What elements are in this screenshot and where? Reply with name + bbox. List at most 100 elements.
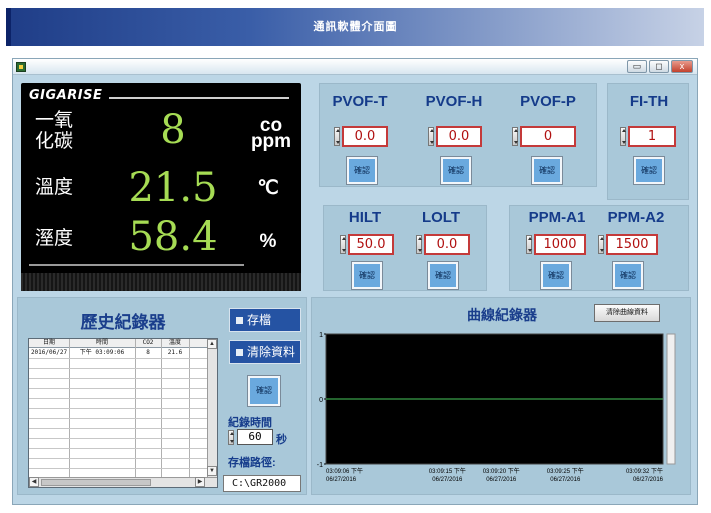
interval-label: 紀錄時間 <box>228 417 272 429</box>
row-divider <box>29 438 207 439</box>
pvof-t-confirm-button[interactable]: 確認 <box>346 156 378 185</box>
interval-stepper[interactable] <box>228 430 234 445</box>
table-row[interactable]: 2016/06/27 下午 03:09:06 8 21.6 <box>29 348 207 358</box>
row-divider <box>29 408 207 409</box>
scroll-left-icon[interactable]: ◀ <box>29 477 39 487</box>
hilt-confirm-button[interactable]: 確認 <box>351 261 383 290</box>
col-temp: 溫度 <box>168 339 181 346</box>
x-tick-date: 06/27/2016 <box>432 477 463 483</box>
x-tick-date: 06/27/2016 <box>633 477 664 483</box>
fi-th-input[interactable]: 1 <box>628 126 676 147</box>
x-tick-time: 03:09:06 下午 <box>326 467 363 475</box>
co-unit-line2: ppm <box>250 131 292 152</box>
scroll-down-icon[interactable]: ▼ <box>207 466 217 476</box>
save-checkbox-icon <box>236 317 243 324</box>
path-label: 存檔路徑: <box>228 457 276 469</box>
chart-panel: 曲線紀錄器 清除曲線資料 1 0 -1 03:09:06 下午 06/27/2016 03… <box>311 297 691 495</box>
history-table[interactable]: 日期 時間 CO2 溫度 2016/06/27 下午 03:09:06 8 21… <box>28 338 218 488</box>
col-date: 日期 <box>42 339 55 346</box>
pvof-h-input[interactable]: 0.0 <box>436 126 482 147</box>
row-temp: 21.6 <box>167 349 183 356</box>
lolt-input[interactable]: 0.0 <box>424 234 470 255</box>
table-hscroll[interactable]: ◀ ▶ <box>29 477 217 487</box>
ppm-a2-stepper[interactable] <box>598 235 604 254</box>
fi-th-label: FI-TH <box>629 93 669 110</box>
save-button-label: 存檔 <box>247 313 272 327</box>
save-path-field[interactable]: C:\GR2000 <box>223 475 301 492</box>
pvof-t-label: PVOF-T <box>332 93 388 110</box>
row-divider <box>29 388 207 389</box>
lolt-label: LOLT <box>421 209 461 226</box>
maximize-button[interactable]: ◻ <box>649 60 669 73</box>
display-divider <box>29 264 244 266</box>
row-divider <box>29 378 207 379</box>
row-co2: 8 <box>146 349 150 356</box>
y-tick-label: 1 <box>319 332 323 339</box>
ppm-panel: PPM-A1 PPM-A2 1000 1500 確認 確認 <box>509 205 689 291</box>
co-label-line1: 一氧 <box>35 110 74 131</box>
ppm-a2-control: 1500 <box>598 234 660 255</box>
history-panel: 歷史紀錄器 日期 時間 CO2 溫度 2016/06/27 下午 03:09:0… <box>17 297 307 495</box>
lolt-stepper[interactable] <box>416 235 422 254</box>
table-header: 日期 時間 CO2 溫度 <box>29 339 207 348</box>
hilt-stepper[interactable] <box>340 235 346 254</box>
pvof-h-confirm-button[interactable]: 確認 <box>440 156 472 185</box>
interval-unit: 秒 <box>276 434 287 446</box>
row-divider <box>29 368 207 369</box>
humidity-unit: % <box>259 231 277 252</box>
hscroll-thumb[interactable] <box>41 479 151 486</box>
fi-th-confirm-button[interactable]: 確認 <box>633 156 665 185</box>
ppm-a2-confirm-button[interactable]: 確認 <box>612 261 644 290</box>
row-divider <box>29 468 207 469</box>
ppm-a1-confirm-button[interactable]: 確認 <box>540 261 572 290</box>
clear-checkbox-icon <box>236 349 243 356</box>
x-tick-date: 06/27/2016 <box>486 477 517 483</box>
x-tick-time: 03:09:20 下午 <box>483 467 520 475</box>
history-confirm-button[interactable]: 確認 <box>247 375 281 407</box>
minimize-button[interactable]: ▭ <box>627 60 647 73</box>
lolt-control: 0.0 <box>416 234 472 255</box>
co-value: 8 <box>160 107 186 153</box>
pvof-panel: PVOF-T PVOF-H PVOF-P 0.0 0.0 0 確認 確認 確認 <box>319 83 597 187</box>
ppm-a1-stepper[interactable] <box>526 235 532 254</box>
interval-input[interactable]: 60 <box>237 429 273 445</box>
close-button[interactable]: x <box>671 60 693 73</box>
logo-divider <box>109 97 289 99</box>
x-tick-time: 03:09:25 下午 <box>547 467 584 475</box>
hilt-input[interactable]: 50.0 <box>348 234 394 255</box>
row-divider <box>29 358 207 359</box>
temp-value: 21.5 <box>128 165 218 211</box>
app-icon[interactable] <box>16 62 26 72</box>
row-divider <box>29 398 207 399</box>
app-window: ▭ ◻ x GIGARISE 一氧 化碳 8 co ppm 溫度 21.5 ℃ … <box>12 58 698 505</box>
brand-logo: GIGARISE <box>29 88 103 103</box>
interval-control: 60 <box>228 429 278 446</box>
clear-data-button[interactable]: 清除資料 <box>229 340 301 364</box>
temp-label: 溫度 <box>35 177 74 198</box>
pvof-p-stepper[interactable] <box>512 127 518 146</box>
y-tick-label: 0 <box>319 397 323 404</box>
clear-data-label: 清除資料 <box>247 345 296 359</box>
row-divider <box>29 448 207 449</box>
temp-unit: ℃ <box>257 178 279 199</box>
ppm-a2-input[interactable]: 1500 <box>606 234 658 255</box>
table-vscroll[interactable]: ▲ ▼ <box>207 339 217 477</box>
pvof-p-input[interactable]: 0 <box>520 126 576 147</box>
lolt-confirm-button[interactable]: 確認 <box>427 261 459 290</box>
co-label-line2: 化碳 <box>35 131 74 152</box>
fi-th-control: 1 <box>620 126 678 147</box>
row-divider <box>29 428 207 429</box>
pvof-t-stepper[interactable] <box>334 127 340 146</box>
ppm-a1-input[interactable]: 1000 <box>534 234 586 255</box>
pvof-h-stepper[interactable] <box>428 127 434 146</box>
pvof-t-control: 0.0 <box>334 126 390 147</box>
fi-th-stepper[interactable] <box>620 127 626 146</box>
pvof-t-input[interactable]: 0.0 <box>342 126 388 147</box>
scroll-right-icon[interactable]: ▶ <box>195 477 205 487</box>
col-co2: CO2 <box>142 339 154 346</box>
pvof-p-label: PVOF-P <box>520 93 576 110</box>
pvof-p-confirm-button[interactable]: 確認 <box>531 156 563 185</box>
pvof-p-control: 0 <box>512 126 582 147</box>
scroll-up-icon[interactable]: ▲ <box>207 339 217 349</box>
save-button[interactable]: 存檔 <box>229 308 301 332</box>
